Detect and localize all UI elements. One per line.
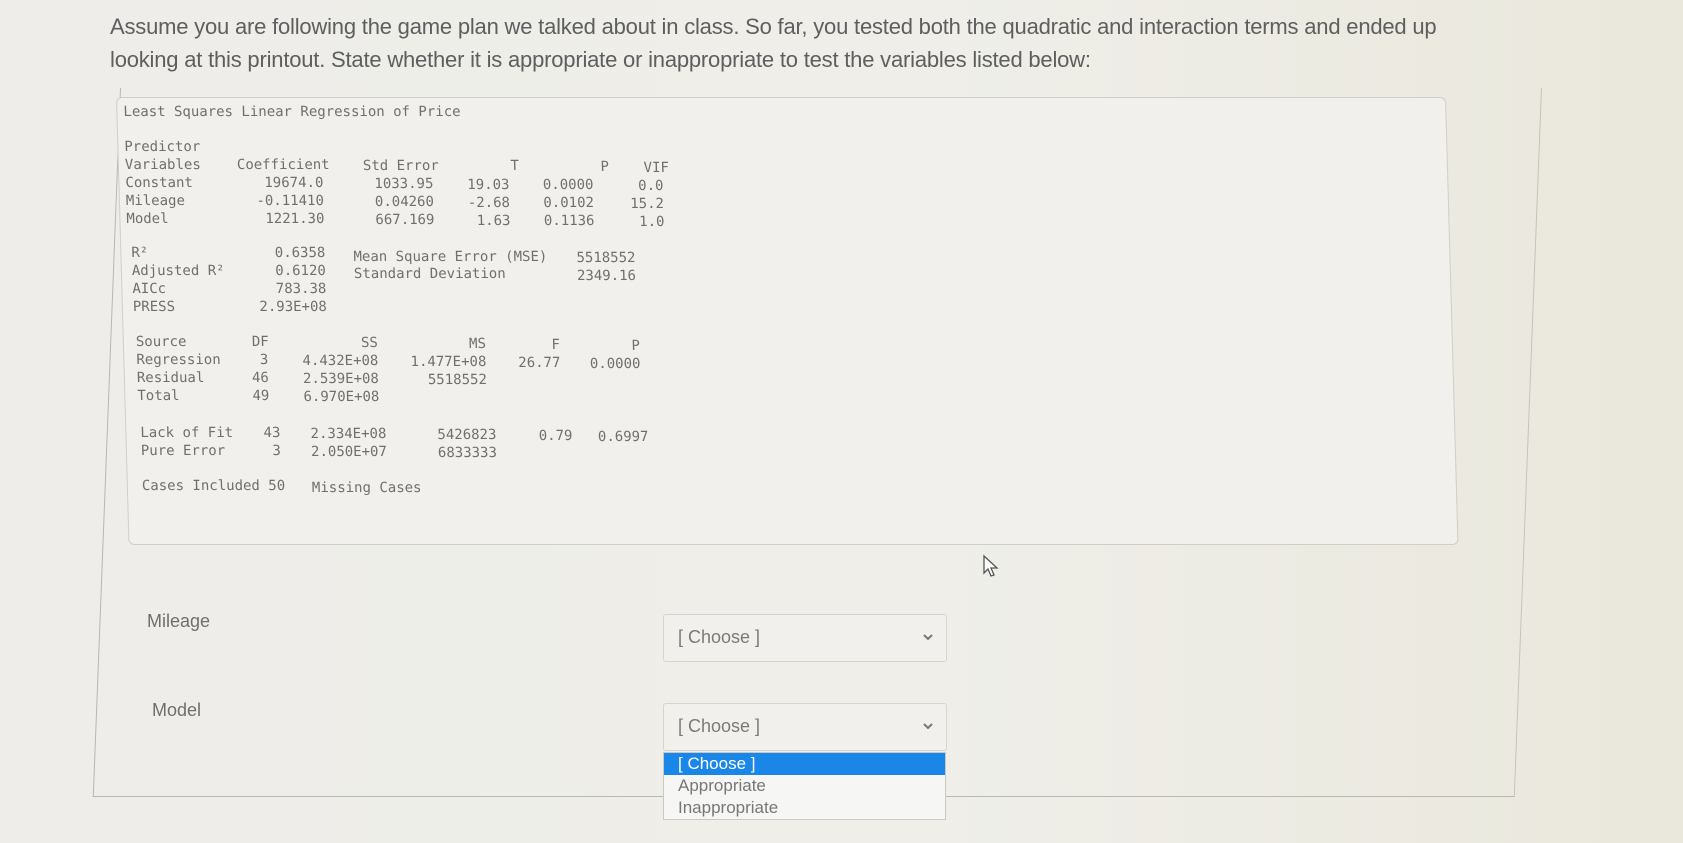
model-dropdown-list: [ Choose ] Appropriate Inappropriate [663,752,946,820]
model-select[interactable]: [ Choose ] [663,703,947,751]
row-name: Model [126,211,169,227]
header-std-error: Std Error [362,158,440,174]
row-std-error: 1033.95 [374,176,434,192]
anova-ss: 2.539E+08 [302,371,380,387]
question-text: Assume you are following the game plan w… [110,10,1470,76]
aicc-label: AICc [132,281,167,297]
lof-source: Lack of Fit [140,425,234,441]
row-name: Mileage [125,193,186,209]
anova-ss: 6.970E+08 [303,389,380,405]
anova-header-ms: MS [468,336,487,352]
row-t: 19.03 [467,177,510,193]
mse-label: Mean Square Error (MSE) [353,249,548,265]
regression-printout: Least Squares Linear Regression of Price… [116,97,1459,545]
anova-ms: 5518552 [427,372,488,388]
anova-header-ss: SS [360,335,379,351]
anova-source: Total [137,388,180,404]
header-predictor: Predictor [124,139,201,155]
row-vif: 15.2 [630,196,665,212]
question-line-2: looking at this printout. State whether … [110,47,1091,72]
adj-r2-value: 0.6120 [275,263,327,279]
anova-ms: 1.477E+08 [410,354,487,370]
lof-df: 43 [263,425,281,441]
row-p: 0.1136 [543,213,595,229]
printout-title: Least Squares Linear Regression of Price [123,104,461,120]
row-coefficient: -0.11410 [256,193,325,209]
sd-value: 2349.16 [576,268,637,284]
press-value: 2.93E+08 [259,299,328,315]
dropdown-option-choose[interactable]: [ Choose ] [664,753,945,775]
field-label-mileage: Mileage [147,611,211,631]
anova-df: 46 [251,370,270,386]
sd-label: Standard Deviation [353,266,506,282]
anova-header-p: P [631,338,641,354]
missing-cases: Missing Cases [311,480,422,496]
lof-ms: 5426823 [437,427,497,443]
row-name: Constant [125,175,194,191]
press-label: PRESS [132,299,176,315]
row-std-error: 667.169 [375,212,435,228]
anova-header-f: F [551,337,561,353]
chevron-down-icon [923,723,933,730]
dropdown-option-inappropriate[interactable]: Inappropriate [664,797,945,819]
mileage-select[interactable]: [ Choose ] [663,614,947,662]
field-label-model: Model [152,700,202,720]
anova-df: 49 [252,388,270,404]
chevron-down-icon [923,634,933,641]
header-p: P [600,159,610,175]
lof-f: 0.79 [538,428,573,444]
lof-df: 3 [272,443,282,459]
row-t: 1.63 [476,213,511,229]
anova-ss: 4.432E+08 [302,353,379,369]
aicc-value: 783.38 [275,281,327,297]
r2-value: 0.6358 [274,245,326,261]
anova-f: 26.77 [518,355,561,371]
anova-source: Regression [136,352,221,368]
r2-label: R² [131,245,149,261]
dropdown-option-appropriate[interactable]: Appropriate [664,775,945,797]
anova-header-source: Source [135,334,187,350]
header-t: T [510,158,520,174]
row-p: 0.0102 [543,195,595,211]
header-vif: VIF [643,160,670,176]
mouse-cursor-icon [983,554,999,577]
model-select-value: [ Choose ] [678,716,761,736]
lof-p: 0.6997 [597,429,649,445]
row-vif: 1.0 [638,214,665,230]
row-coefficient: 19674.0 [264,175,324,191]
row-std-error: 0.04260 [374,194,435,210]
lof-ms: 6833333 [437,445,498,461]
row-t: -2.68 [467,195,511,211]
anova-df: 3 [259,352,269,368]
row-coefficient: 1221.30 [265,211,325,227]
adj-r2-label: Adjusted R² [131,263,225,279]
anova-p: 0.0000 [589,356,641,372]
lof-source: Pure Error [140,443,226,459]
header-coefficient: Coefficient [236,157,330,173]
row-p: 0.0000 [542,177,594,193]
anova-source: Residual [136,370,205,386]
lof-ss: 2.050E+07 [310,444,388,460]
question-line-1: Assume you are following the game plan w… [110,14,1437,39]
mileage-select-value: [ Choose ] [678,627,761,647]
lof-ss: 2.334E+08 [310,426,387,442]
anova-header-df: DF [251,334,269,350]
header-variables: Variables [124,157,201,173]
cases-included: Cases Included 50 [141,478,286,494]
row-vif: 0.0 [637,178,664,194]
mse-value: 5518552 [576,250,636,266]
